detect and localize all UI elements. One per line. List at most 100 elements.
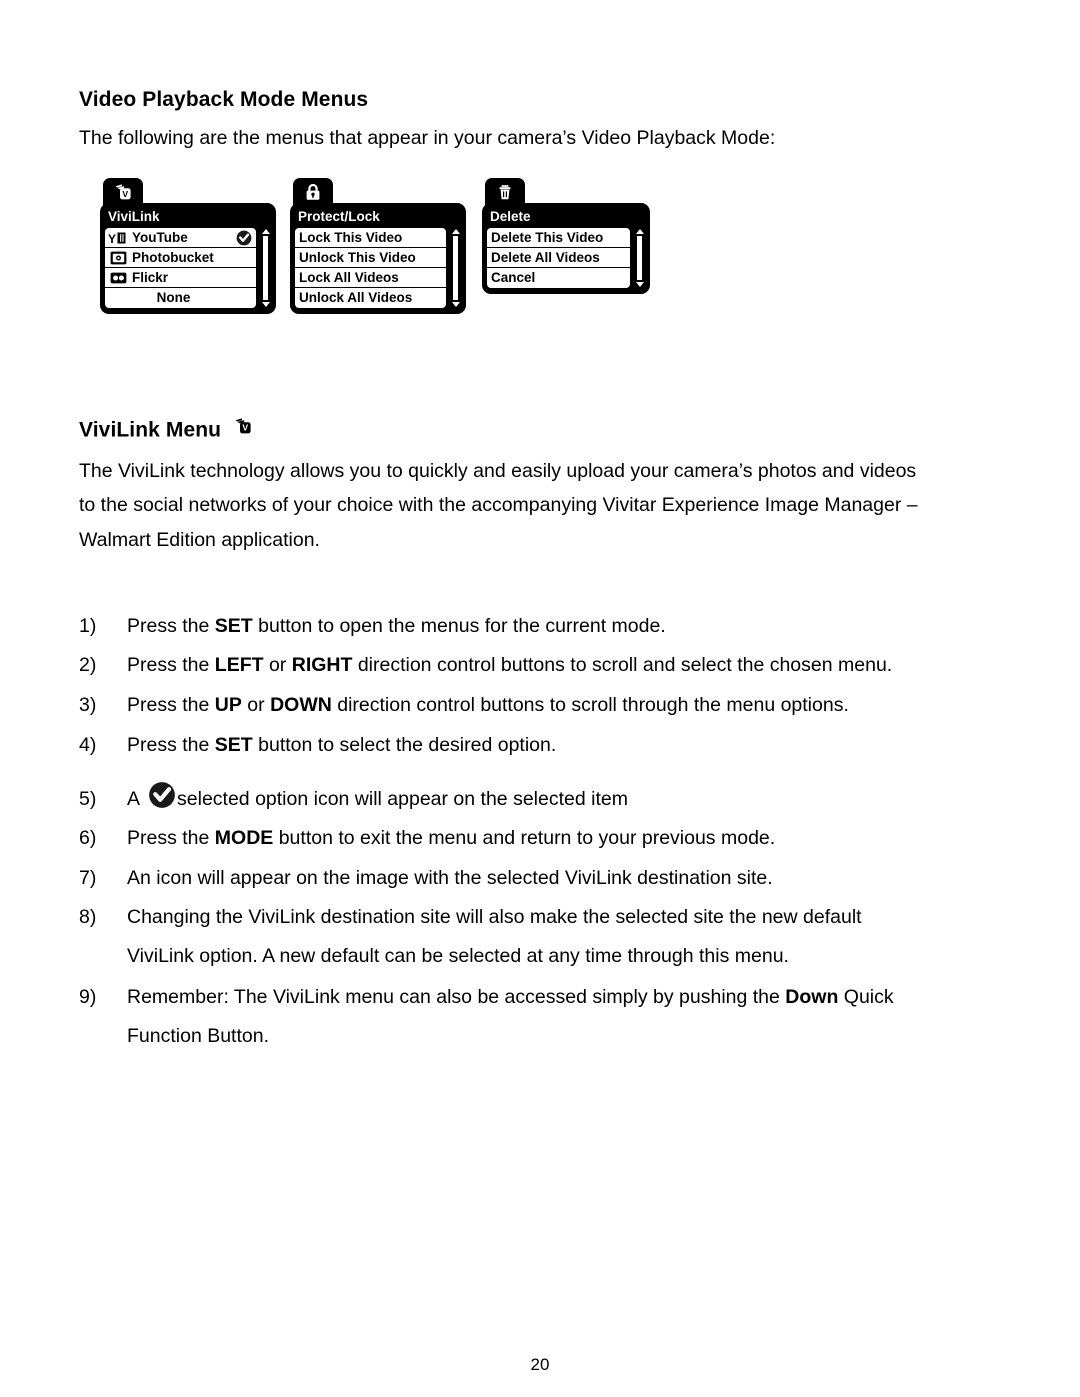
- scroll-up-arrow-icon[interactable]: [451, 229, 460, 234]
- page-title-video-playback-mode-menus: Video Playback Mode Menus: [79, 88, 369, 111]
- step-text-run: Quick: [838, 986, 894, 1008]
- menu-option[interactable]: Photobucket: [105, 248, 256, 268]
- step-text: Press the UP or DOWN direction control b…: [127, 692, 1029, 718]
- menu-option-label: Unlock This Video: [299, 249, 416, 265]
- menu-tab-delete[interactable]: [485, 178, 525, 205]
- menu-option-label: Photobucket: [132, 249, 214, 265]
- step-text-run: button to open the menus for the current…: [252, 615, 666, 637]
- step-text: Press the LEFT or RIGHT direction contro…: [127, 652, 1029, 678]
- menu-option[interactable]: Lock All Videos: [295, 268, 446, 288]
- menu-option-list: Y YouTube Photobucket Flickr None: [105, 228, 256, 308]
- step-text-run: Press the: [127, 615, 215, 637]
- emphasized-term: SET: [214, 615, 253, 637]
- step-item: 4) Press the SET button to select the des…: [79, 732, 1029, 758]
- step-text-continuation: Function Button.: [127, 1025, 270, 1047]
- vivilink-paragraph-line-1: The ViviLink technology allows you to qu…: [79, 460, 917, 482]
- menu-option[interactable]: Unlock This Video: [295, 248, 446, 268]
- step-text-run: A: [127, 788, 141, 811]
- menu-rows-wrapper: Delete This Video Delete All Videos Cancel: [487, 228, 645, 288]
- step-text: Press the MODE button to exit the menu a…: [127, 825, 1029, 851]
- menu-option-label: Cancel: [491, 270, 536, 285]
- menu-tab-protect-lock[interactable]: [293, 178, 333, 205]
- step-text: Remember: The ViviLink menu can also be …: [127, 984, 1029, 1010]
- scroll-down-arrow-icon[interactable]: [635, 282, 644, 287]
- scroll-down-arrow-icon[interactable]: [261, 302, 270, 307]
- lock-icon: [303, 182, 323, 202]
- document-page: Video Playback Mode Menus The following …: [0, 0, 1080, 1397]
- selected-check-icon: [236, 230, 252, 246]
- menu-option-label: Lock All Videos: [299, 269, 399, 285]
- step-item: 9) Remember: The ViviLink menu can also b…: [79, 984, 1029, 1049]
- photobucket-icon: [109, 251, 127, 265]
- scrollbar-track[interactable]: [637, 236, 642, 280]
- menu-option[interactable]: Cancel: [487, 268, 630, 288]
- step-number: 6): [79, 827, 97, 849]
- menu-option[interactable]: Delete All Videos: [487, 248, 630, 268]
- menu-option-label: None: [156, 290, 191, 305]
- step-number: 4): [79, 734, 97, 756]
- emphasized-term: RIGHT: [291, 654, 353, 676]
- step-number: 5): [79, 788, 97, 810]
- flickr-icon: [110, 271, 127, 285]
- trash-icon: [495, 182, 515, 202]
- step-text-run: Remember: The ViviLink menu can also be …: [127, 986, 786, 1008]
- step-item: 6) Press the MODE button to exit the menu…: [79, 825, 1029, 851]
- menu-option[interactable]: Y YouTube: [105, 228, 256, 248]
- menu-body-vivilink: ViviLink Y YouTube Photobucket Flickr None: [100, 203, 276, 314]
- youtube-icon: Y: [108, 231, 127, 245]
- step-text-run: Press the: [127, 654, 215, 676]
- scroll-up-arrow-icon[interactable]: [261, 229, 270, 234]
- menu-body-protect-lock: Protect/Lock Lock This Video Unlock This V…: [290, 203, 466, 314]
- menu-rows-wrapper: Lock This Video Unlock This Video Lock All…: [295, 228, 461, 308]
- emphasized-term: SET: [214, 734, 253, 756]
- scrollbar-track[interactable]: [263, 236, 268, 300]
- menu-title-vivilink: ViviLink: [108, 209, 160, 224]
- step-text-run: or: [241, 694, 271, 716]
- emphasized-term: Down: [785, 986, 839, 1008]
- vivilink-paragraph-line-2: to the social networks of your choice wi…: [79, 494, 918, 516]
- step-text-run: button to exit the menu and return to yo…: [273, 827, 776, 849]
- step-text: Changing the ViviLink destination site w…: [127, 904, 1029, 930]
- menu-option[interactable]: Flickr: [105, 268, 256, 288]
- menu-title-protect-lock: Protect/Lock: [298, 209, 380, 224]
- step-text-run: An icon will appear on the image with th…: [127, 867, 773, 889]
- step-text-run: selected option icon will appear on the …: [177, 788, 628, 811]
- step-number: 9): [79, 986, 97, 1008]
- menu-option-list: Lock This Video Unlock This Video Lock All…: [295, 228, 446, 308]
- vivilink-cards-icon: V: [113, 182, 133, 202]
- menu-option-label: Delete All Videos: [491, 249, 600, 265]
- step-text: Press the SET button to open the menus f…: [127, 613, 1029, 639]
- intro-paragraph: The following are the menus that appear …: [79, 127, 776, 149]
- vivilink-paragraph-line-3: Walmart Edition application.: [79, 529, 320, 551]
- menu-option[interactable]: Delete This Video: [487, 228, 630, 248]
- selected-check-icon: [236, 230, 252, 246]
- emphasized-term: DOWN: [270, 694, 332, 716]
- menu-option[interactable]: Lock This Video: [295, 228, 446, 248]
- step-text-run: Changing the ViviLink destination site w…: [127, 906, 862, 928]
- menu-scrollbar[interactable]: [634, 228, 645, 288]
- selected-check-icon: [148, 781, 176, 809]
- step-text-run: direction control buttons to scroll and …: [352, 654, 893, 676]
- page-number: 20: [530, 1355, 550, 1374]
- step-item: 1) Press the SET button to open the menus…: [79, 613, 1029, 639]
- menu-option[interactable]: Unlock All Videos: [295, 288, 446, 308]
- step-item: 8) Changing the ViviLink destination site…: [79, 904, 1029, 969]
- menu-option-label: Flickr: [132, 269, 169, 285]
- scroll-down-arrow-icon[interactable]: [451, 302, 460, 307]
- menu-tab-vivilink[interactable]: V: [103, 178, 143, 205]
- menu-option-label: Delete This Video: [491, 229, 604, 245]
- scroll-up-arrow-icon[interactable]: [635, 229, 644, 234]
- step-text: Aselected option icon will appear on the…: [127, 782, 1029, 814]
- step-text-run: direction control buttons to scroll thro…: [331, 694, 849, 716]
- section-heading-label: ViviLink Menu: [79, 418, 222, 442]
- step-item: 3) Press the UP or DOWN direction control…: [79, 692, 1029, 718]
- vivilink-cards-icon: V: [233, 416, 253, 442]
- step-item: 5) Aselected option icon will appear on t…: [79, 782, 1029, 814]
- menu-scrollbar[interactable]: [450, 228, 461, 308]
- menu-scrollbar[interactable]: [260, 228, 271, 308]
- emphasized-term: UP: [214, 694, 242, 716]
- photobucket-icon: [110, 251, 127, 265]
- scrollbar-track[interactable]: [453, 236, 458, 300]
- menu-option[interactable]: None: [105, 288, 256, 308]
- step-number: 3): [79, 694, 97, 716]
